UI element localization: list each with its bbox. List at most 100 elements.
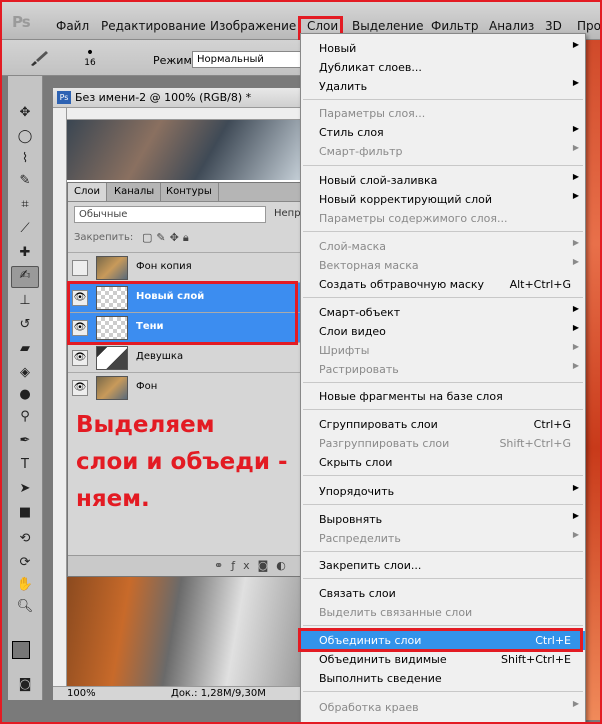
ruler-vertical xyxy=(53,108,67,688)
menu-file[interactable]: Файл xyxy=(56,19,89,33)
menu-analysis[interactable]: Анализ xyxy=(489,19,534,33)
quick-select-tool-icon[interactable]: ✎ xyxy=(16,172,34,190)
path-select-tool-icon[interactable]: ➤ xyxy=(16,480,34,498)
selected-layers-highlight-box xyxy=(67,281,298,345)
menu-image[interactable]: Изображение xyxy=(210,19,296,33)
stamp-tool-icon[interactable]: ⊥ xyxy=(16,292,34,310)
menu-item-new-fill-layer[interactable]: Новый слой-заливка ▶ xyxy=(301,171,585,190)
submenu-arrow-icon: ▶ xyxy=(572,511,579,520)
menu-3d[interactable]: 3D xyxy=(545,19,562,33)
menu-item-flatten[interactable]: Выполнить сведение xyxy=(301,669,585,688)
menu-item-layer-mask: Слой-маска ▶ xyxy=(319,238,579,253)
marquee-tool-icon[interactable]: ◯ xyxy=(16,128,34,146)
layer-menu-dropdown: Новый ▶ Дубликат слоев... Удалить ▶ Параме… xyxy=(300,33,586,724)
crop-tool-icon[interactable]: ⌗ xyxy=(16,196,34,214)
document-title-bar[interactable]: Ps Без имени-2 @ 100% (RGB/8) * xyxy=(53,88,303,108)
blend-mode-select[interactable]: Обычные xyxy=(74,206,266,223)
lock-icons[interactable]: ▢✎✥🔒︎ xyxy=(142,231,193,245)
mode-select[interactable]: Нормальный xyxy=(192,51,302,68)
instruction-line-2: слои и объеди - xyxy=(76,449,288,475)
shape-tool-icon[interactable]: ■ xyxy=(16,504,34,522)
brush-tool-icon[interactable]: ✍ xyxy=(11,266,39,288)
submenu-arrow-icon: ▶ xyxy=(572,143,579,152)
menu-item-group-layers[interactable]: Сгруппировать слои Ctrl+G xyxy=(301,415,585,434)
submenu-arrow-icon: ▶ xyxy=(572,699,579,708)
type-tool-icon[interactable]: T xyxy=(16,456,34,474)
pen-tool-icon[interactable]: ✒ xyxy=(16,432,34,450)
eraser-tool-icon[interactable]: ▰ xyxy=(16,340,34,358)
lasso-tool-icon[interactable]: ⌇ xyxy=(16,150,34,168)
tab-paths[interactable]: Контуры xyxy=(160,183,219,201)
menu-edit[interactable]: Редактирование xyxy=(101,19,206,33)
menu-item-slices-from-layer[interactable]: Новые фрагменты на базе слоя xyxy=(301,387,585,406)
menu-item-rasterize: Растрировать ▶ xyxy=(319,361,579,376)
eye-icon[interactable]: 👁︎ xyxy=(72,380,88,396)
eyedropper-tool-icon[interactable]: ⟋ xyxy=(16,220,34,238)
zoom-tool-icon[interactable]: 🔍︎ xyxy=(16,598,34,616)
ruler-horizontal xyxy=(67,108,303,120)
menu-item-duplicate[interactable]: Дубликат слоев... xyxy=(301,58,585,77)
foreground-color-swatch[interactable] xyxy=(12,641,30,659)
layers-panel-footer: ⚭ƒx◙◐ xyxy=(68,555,302,576)
submenu-arrow-icon: ▶ xyxy=(572,342,579,351)
submenu-arrow-icon: ▶ xyxy=(572,238,579,247)
app-logo: Ps xyxy=(12,13,31,31)
tab-channels[interactable]: Каналы xyxy=(108,183,162,201)
menu-item-vector-mask: Векторная маска ▶ xyxy=(319,257,579,272)
menu-item-merge-visible[interactable]: Объединить видимые Shift+Ctrl+E xyxy=(301,650,585,669)
menu-item-lock-layers[interactable]: Закрепить слои... xyxy=(301,556,585,575)
menu-item-layer-style[interactable]: Стиль слоя ▶ xyxy=(301,123,585,142)
submenu-arrow-icon: ▶ xyxy=(572,40,579,49)
layer-thumbnail xyxy=(96,346,128,370)
canvas-image[interactable] xyxy=(67,120,303,180)
menu-item-ungroup-layers: Разгруппировать слои Shift+Ctrl+G xyxy=(319,437,571,450)
submenu-arrow-icon: ▶ xyxy=(572,323,579,332)
menu-more[interactable]: Про xyxy=(577,19,601,33)
healing-tool-icon[interactable]: ✚ xyxy=(16,244,34,262)
document-size: Док.: 1,28M/9,30M xyxy=(171,688,266,699)
menu-item-link-layers[interactable]: Связать слои xyxy=(301,584,585,603)
menu-item-new-adjustment-layer[interactable]: Новый корректирующий слой ▶ xyxy=(301,190,585,209)
blur-tool-icon[interactable]: ● xyxy=(16,386,34,404)
layer-thumbnail xyxy=(96,256,128,280)
tab-layers[interactable]: Слои xyxy=(68,183,107,201)
menu-item-clipping-mask[interactable]: Создать обтравочную маску Alt+Ctrl+G xyxy=(301,275,585,294)
canvas-image-bottom[interactable] xyxy=(67,576,303,686)
menu-item-layer-props: Параметры слоя... xyxy=(319,107,426,120)
hand-tool-icon[interactable]: ✋ xyxy=(16,576,34,594)
submenu-arrow-icon: ▶ xyxy=(572,172,579,181)
menu-layer[interactable]: Слои xyxy=(307,19,338,33)
brush-preset-icon[interactable] xyxy=(28,48,50,68)
lock-label: Закрепить: xyxy=(74,232,134,243)
zoom-value[interactable]: 100% xyxy=(67,688,96,699)
3d-rotate-tool-icon[interactable]: ⟲ xyxy=(16,530,34,548)
menu-item-hide-layers[interactable]: Скрыть слои xyxy=(301,453,585,472)
paint-bucket-tool-icon[interactable]: ◈ xyxy=(16,364,34,382)
move-tool-icon[interactable]: ✥ xyxy=(16,104,34,122)
visibility-toggle[interactable] xyxy=(72,260,88,276)
layer-row[interactable]: 👁︎ Девушка xyxy=(68,342,302,372)
quick-mask-icon[interactable]: ◙ xyxy=(16,676,34,694)
menu-select[interactable]: Выделение xyxy=(352,19,423,33)
layer-actions-icons[interactable]: ⚭ƒx◙◐ xyxy=(214,559,294,572)
eye-icon[interactable]: 👁︎ xyxy=(72,350,88,366)
brush-size-value[interactable]: • 16 xyxy=(80,46,100,68)
menu-item-distribute: Распределить ▶ xyxy=(319,530,579,545)
submenu-arrow-icon: ▶ xyxy=(572,78,579,87)
menu-item-new[interactable]: Новый ▶ xyxy=(301,39,585,58)
menu-item-delete[interactable]: Удалить ▶ xyxy=(301,77,585,96)
menu-filter[interactable]: Фильтр xyxy=(431,19,478,33)
menu-item-arrange[interactable]: Упорядочить ▶ xyxy=(301,482,585,501)
layer-row[interactable]: 👁︎ Фон xyxy=(68,372,302,402)
menu-item-smart-object[interactable]: Смарт-объект ▶ xyxy=(301,303,585,322)
menu-item-align[interactable]: Выровнять ▶ xyxy=(301,510,585,529)
layers-panel-tabs: Слои Каналы Контуры xyxy=(68,183,304,202)
history-brush-tool-icon[interactable]: ↺ xyxy=(16,316,34,334)
layer-row[interactable]: Фон копия xyxy=(68,252,302,282)
dodge-tool-icon[interactable]: ⚲ xyxy=(16,408,34,426)
submenu-arrow-icon: ▶ xyxy=(572,361,579,370)
instruction-line-3: няем. xyxy=(76,486,150,512)
menu-item-video-layers[interactable]: Слои видео ▶ xyxy=(301,322,585,341)
3d-orbit-tool-icon[interactable]: ⟳ xyxy=(16,554,34,572)
toolbox: ✥ ◯ ⌇ ✎ ⌗ ⟋ ✚ ✍ ⊥ ↺ ▰ ◈ ● ⚲ ✒ T ➤ ■ ⟲ ⟳ … xyxy=(8,76,43,700)
